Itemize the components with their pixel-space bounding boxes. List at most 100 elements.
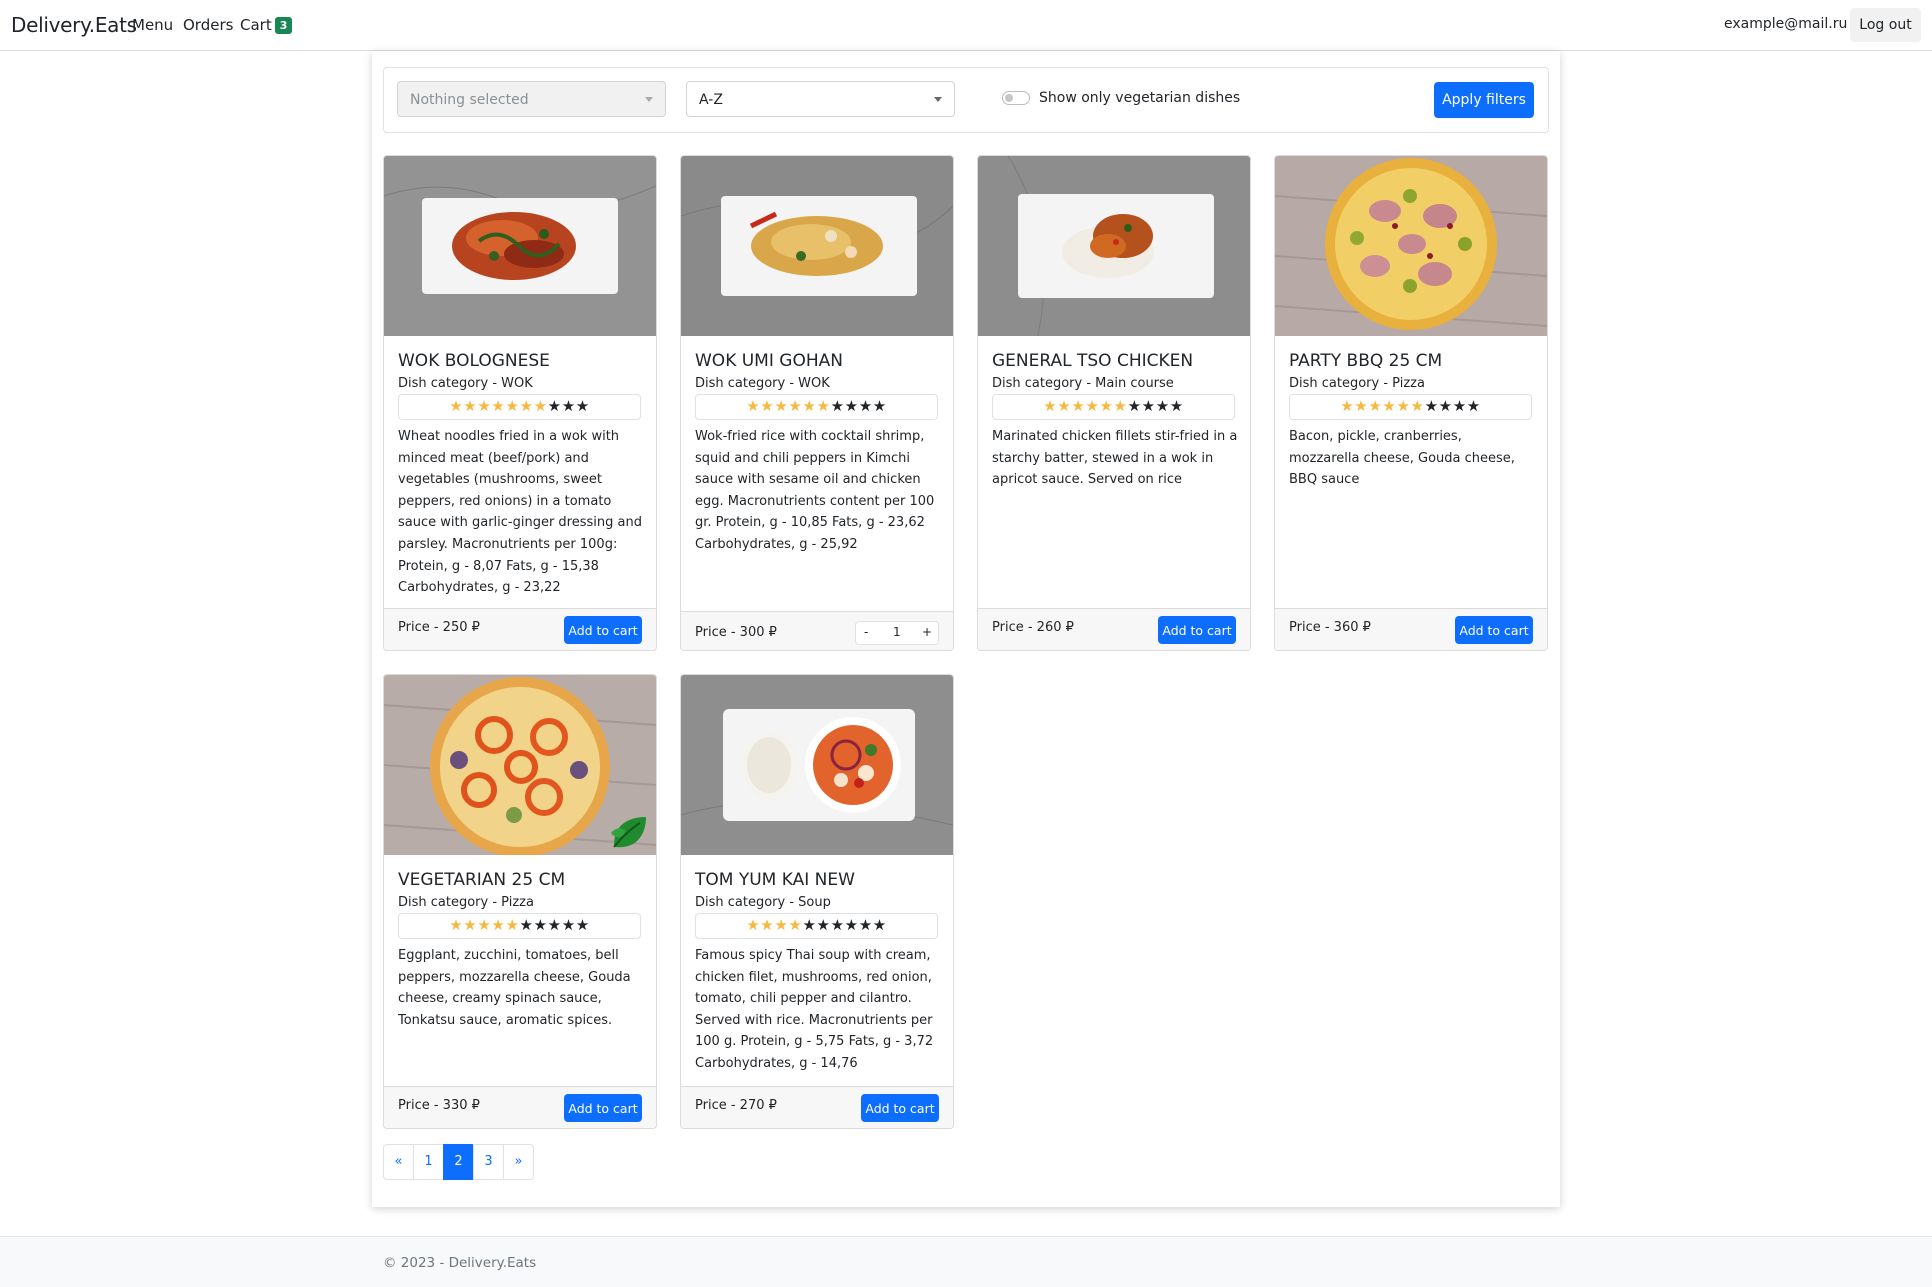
star-icon[interactable]: ★ [746,397,760,415]
dish-image [681,156,953,336]
star-icon[interactable]: ★ [1439,397,1453,415]
star-icon[interactable]: ★ [746,916,760,934]
star-icon[interactable]: ★ [873,397,887,415]
star-icon[interactable]: ★ [491,916,505,934]
star-icon[interactable]: ★ [802,916,816,934]
dish-category: Dish category - WOK [695,376,830,391]
rating-stars[interactable]: ★★★★★★★★★★ [398,913,641,939]
rating-stars[interactable]: ★★★★★★★★★★ [992,394,1235,420]
star-icon[interactable]: ★ [1114,397,1128,415]
nav-link-cart[interactable]: Cart 3 [240,16,293,34]
star-icon[interactable]: ★ [548,916,562,934]
add-to-cart-button[interactable]: Add to cart [1158,616,1236,644]
dish-card: VEGETARIAN 25 CM Dish category - Pizza ★… [383,674,657,1129]
star-icon[interactable]: ★ [859,916,873,934]
rating-stars[interactable]: ★★★★★★★★★★ [398,394,641,420]
rating-stars[interactable]: ★★★★★★★★★★ [1289,394,1532,420]
card-footer: Price - 260 ₽ Add to cart [978,608,1250,650]
category-select[interactable]: Nothing selected [397,81,666,117]
decrease-quantity-button[interactable]: - [864,625,868,639]
star-icon[interactable]: ★ [774,397,788,415]
star-icon[interactable]: ★ [1453,397,1467,415]
star-icon[interactable]: ★ [1156,397,1170,415]
rating-stars[interactable]: ★★★★★★★★★★ [695,394,938,420]
logout-button[interactable]: Log out [1850,8,1921,42]
add-to-cart-button[interactable]: Add to cart [861,1094,939,1122]
brand-logo[interactable]: Delivery.Eats [11,13,137,37]
rating-stars[interactable]: ★★★★★★★★★★ [695,913,938,939]
card-footer: Price - 250 ₽ Add to cart [384,608,656,650]
star-icon[interactable]: ★ [831,916,845,934]
star-icon[interactable]: ★ [845,916,859,934]
vegetarian-toggle[interactable] [1002,91,1030,105]
star-icon[interactable]: ★ [859,397,873,415]
star-icon[interactable]: ★ [1128,397,1142,415]
star-icon[interactable]: ★ [505,397,519,415]
star-icon[interactable]: ★ [449,916,463,934]
star-icon[interactable]: ★ [760,916,774,934]
pagination-page-2[interactable]: 2 [443,1144,474,1180]
star-icon[interactable]: ★ [576,397,590,415]
add-to-cart-button[interactable]: Add to cart [564,616,642,644]
star-icon[interactable]: ★ [845,397,859,415]
dish-description: Marinated chicken fillets stir-fried in … [992,429,1238,488]
star-icon[interactable]: ★ [534,397,548,415]
dish-description: Famous spicy Thai soup with cream, chick… [695,948,934,1071]
star-icon[interactable]: ★ [562,916,576,934]
star-icon[interactable]: ★ [1368,397,1382,415]
star-icon[interactable]: ★ [788,916,802,934]
toggle-knob [1005,94,1013,102]
star-icon[interactable]: ★ [774,916,788,934]
star-icon[interactable]: ★ [463,397,477,415]
star-icon[interactable]: ★ [491,397,505,415]
star-icon[interactable]: ★ [1071,397,1085,415]
add-to-cart-button[interactable]: Add to cart [564,1094,642,1122]
star-icon[interactable]: ★ [477,397,491,415]
star-icon[interactable]: ★ [1142,397,1156,415]
star-icon[interactable]: ★ [1425,397,1439,415]
star-icon[interactable]: ★ [520,916,534,934]
pagination-page-1[interactable]: 1 [413,1144,444,1180]
star-icon[interactable]: ★ [505,916,519,934]
star-icon[interactable]: ★ [1043,397,1057,415]
star-icon[interactable]: ★ [1467,397,1481,415]
nav-link-orders[interactable]: Orders [183,16,233,34]
star-icon[interactable]: ★ [788,397,802,415]
star-icon[interactable]: ★ [1354,397,1368,415]
star-icon[interactable]: ★ [1057,397,1071,415]
star-icon[interactable]: ★ [817,916,831,934]
dish-card: WOK UMI GOHAN Dish category - WOK ★★★★★★… [680,155,954,651]
apply-filters-button[interactable]: Apply filters [1434,82,1534,118]
star-icon[interactable]: ★ [1411,397,1425,415]
dish-price: Price - 260 ₽ [992,620,1074,635]
star-icon[interactable]: ★ [817,397,831,415]
star-icon[interactable]: ★ [463,916,477,934]
star-icon[interactable]: ★ [562,397,576,415]
star-icon[interactable]: ★ [831,397,845,415]
dish-image [978,156,1250,336]
sort-select[interactable]: A-Z [686,81,955,117]
vegetarian-toggle-label: Show only vegetarian dishes [1039,90,1241,106]
add-to-cart-button[interactable]: Add to cart [1455,616,1533,644]
star-icon[interactable]: ★ [873,916,887,934]
star-icon[interactable]: ★ [534,916,548,934]
star-icon[interactable]: ★ [1340,397,1354,415]
star-icon[interactable]: ★ [1382,397,1396,415]
star-icon[interactable]: ★ [1170,397,1184,415]
pagination-page-3[interactable]: 3 [473,1144,504,1180]
dish-card: GENERAL TSO CHICKEN Dish category - Main… [977,155,1251,651]
star-icon[interactable]: ★ [760,397,774,415]
star-icon[interactable]: ★ [449,397,463,415]
star-icon[interactable]: ★ [548,397,562,415]
star-icon[interactable]: ★ [1396,397,1410,415]
star-icon[interactable]: ★ [1085,397,1099,415]
star-icon[interactable]: ★ [576,916,590,934]
nav-link-menu[interactable]: Menu [132,16,173,34]
pagination-prev[interactable]: « [383,1144,414,1180]
increase-quantity-button[interactable]: + [922,625,932,639]
star-icon[interactable]: ★ [1099,397,1113,415]
pagination-next[interactable]: » [503,1144,534,1180]
star-icon[interactable]: ★ [477,916,491,934]
star-icon[interactable]: ★ [802,397,816,415]
star-icon[interactable]: ★ [520,397,534,415]
